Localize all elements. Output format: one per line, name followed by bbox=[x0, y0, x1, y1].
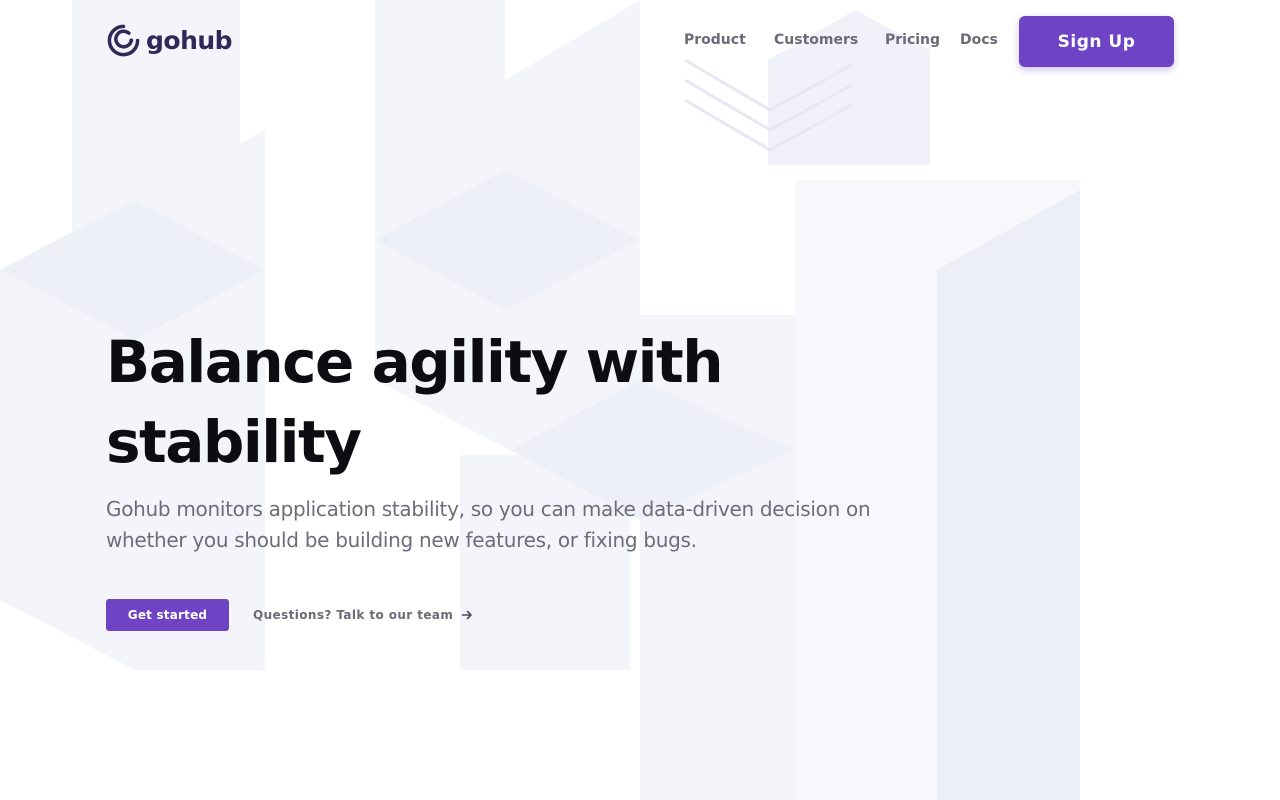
nav-item-customers[interactable]: Customers bbox=[774, 31, 858, 49]
hero-subtitle: Gohub monitors application stability, so… bbox=[106, 497, 871, 552]
hero-actions: Get started Questions? Talk to our team bbox=[106, 599, 473, 631]
top-navbar: gohub Product Customers Pricing Docs Sig… bbox=[0, 0, 1280, 84]
hero-title: Balance agility with stability bbox=[106, 328, 724, 476]
arrow-right-icon bbox=[461, 610, 473, 620]
talk-to-team-label: Questions? Talk to our team bbox=[253, 608, 454, 622]
nav-item-docs[interactable]: Docs bbox=[960, 31, 998, 49]
sign-up-button[interactable]: Sign Up bbox=[1019, 16, 1174, 67]
talk-to-team-link[interactable]: Questions? Talk to our team bbox=[253, 608, 473, 622]
hero-section: Balance agility with stability Gohub mon… bbox=[106, 322, 926, 556]
nav-item-pricing[interactable]: Pricing bbox=[885, 31, 940, 49]
get-started-button[interactable]: Get started bbox=[106, 599, 229, 631]
nav-item-product[interactable]: Product bbox=[684, 31, 746, 49]
